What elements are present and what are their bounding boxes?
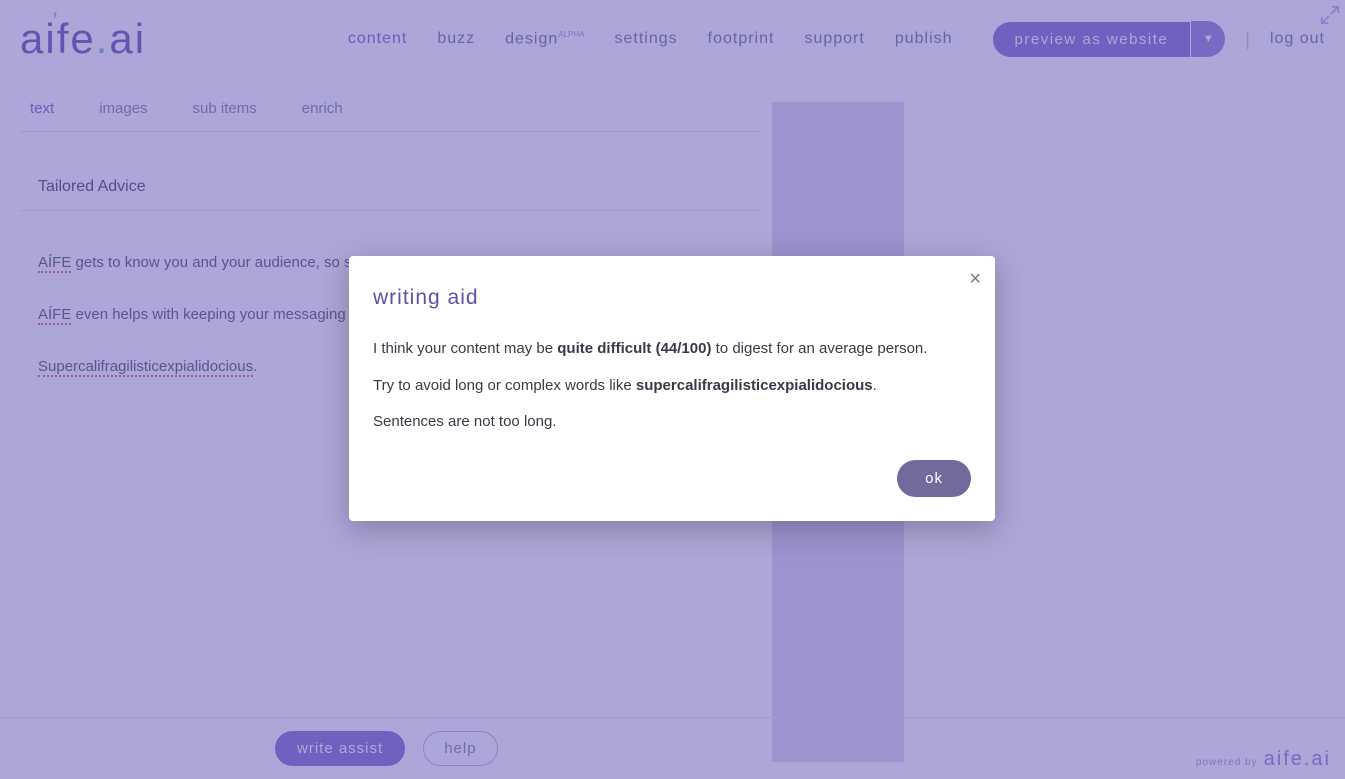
modal-actions: ok (373, 460, 971, 497)
writing-aid-modal: × writing aid I think your content may b… (349, 256, 995, 521)
difficulty-score: quite difficult (44/100) (557, 340, 711, 357)
flagged-word: supercalifragilisticexpialidocious (636, 377, 873, 394)
modal-body: I think your content may be quite diffic… (373, 338, 971, 434)
modal-title: writing aid (373, 286, 971, 310)
close-icon[interactable]: × (969, 268, 981, 291)
ok-button[interactable]: ok (897, 460, 971, 497)
